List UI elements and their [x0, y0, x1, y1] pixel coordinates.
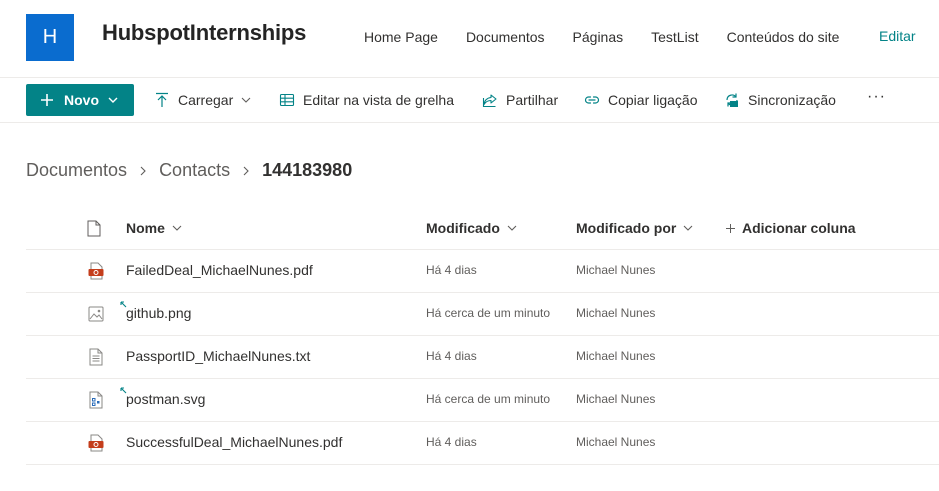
chevron-right-icon — [243, 166, 249, 175]
pdf-icon — [88, 262, 104, 280]
column-modified-label: Modificado — [426, 220, 500, 236]
more-options-icon: ··· — [867, 88, 886, 105]
chevron-down-icon — [507, 225, 517, 231]
command-bar-divider — [0, 122, 939, 123]
chevron-right-icon — [140, 166, 146, 175]
image-icon — [88, 306, 104, 322]
chevron-down-icon — [683, 225, 693, 231]
site-logo-letter: H — [42, 26, 58, 48]
share-icon — [482, 94, 497, 108]
nav-item-documentos[interactable]: Documentos — [466, 29, 545, 45]
plus-icon — [726, 223, 735, 233]
more-options-button[interactable]: ··· — [867, 88, 886, 106]
command-bar: Novo Carregar Editar na vista de grelha … — [0, 78, 939, 122]
sync-label: Sincronização — [748, 92, 836, 108]
edit-nav-link[interactable]: Editar — [879, 28, 916, 44]
list-row[interactable]: SuccessfulDeal_MichaelNunes.pdf Há 4 dia… — [26, 422, 939, 465]
upload-icon — [156, 92, 168, 107]
nav-item-site-contents[interactable]: Conteúdos do site — [727, 29, 840, 45]
list-header: Nome Modificado Modificado por Adicionar… — [26, 208, 939, 250]
add-column-button[interactable]: Adicionar coluna — [726, 220, 856, 236]
nav-item-home-page[interactable]: Home Page — [364, 29, 438, 45]
grid-icon — [279, 93, 295, 107]
modified-by[interactable]: Michael Nunes — [576, 435, 655, 449]
text-file-icon — [89, 348, 103, 366]
new-button[interactable]: Novo — [26, 84, 134, 116]
sync-icon — [726, 93, 738, 107]
site-nav: Home Page Documentos Páginas TestList Co… — [364, 29, 867, 45]
grid-view-edit-label: Editar na vista de grelha — [303, 92, 454, 108]
file-name-link[interactable]: PassportID_MichaelNunes.txt — [126, 348, 310, 364]
list-row[interactable]: github.png Há cerca de um minuto Michael… — [26, 293, 939, 336]
copy-link-label: Copiar ligação — [608, 92, 698, 108]
share-button[interactable]: Partilhar — [482, 92, 558, 108]
column-header-modified-by[interactable]: Modificado por — [576, 220, 693, 236]
grid-view-edit-button[interactable]: Editar na vista de grelha — [279, 92, 454, 108]
chevron-down-icon — [172, 225, 182, 231]
modified-by[interactable]: Michael Nunes — [576, 306, 655, 320]
modified-date: Há 4 dias — [426, 349, 477, 363]
breadcrumb-current-folder: 144183980 — [262, 160, 353, 180]
sync-button[interactable]: Sincronização — [724, 92, 836, 108]
file-name-link[interactable]: SuccessfulDeal_MichaelNunes.pdf — [126, 434, 342, 450]
chevron-down-icon — [108, 97, 118, 103]
pdf-icon — [88, 434, 104, 452]
upload-button[interactable]: Carregar — [154, 92, 251, 108]
share-label: Partilhar — [506, 92, 559, 108]
modified-date: Há cerca de um minuto — [426, 306, 551, 320]
file-type-icon[interactable] — [87, 220, 101, 237]
site-title[interactable]: HubspotInternships — [102, 20, 306, 46]
column-header-name[interactable]: Nome — [126, 220, 182, 236]
link-icon — [584, 96, 600, 104]
modified-date: Há 4 dias — [426, 263, 477, 277]
modified-date: Há cerca de um minuto — [426, 392, 551, 406]
column-header-modified[interactable]: Modificado — [426, 220, 517, 236]
plus-icon — [41, 94, 53, 106]
list-row[interactable]: FailedDeal_MichaelNunes.pdf Há 4 dias Mi… — [26, 250, 939, 293]
file-name-link[interactable]: github.png — [126, 305, 191, 321]
copy-link-button[interactable]: Copiar ligação — [584, 92, 698, 108]
column-name-label: Nome — [126, 220, 165, 236]
new-button-label: Novo — [64, 92, 99, 108]
modified-by[interactable]: Michael Nunes — [576, 392, 655, 406]
chevron-down-icon — [241, 97, 251, 103]
site-logo[interactable]: H — [26, 14, 74, 61]
vector-file-icon — [89, 391, 103, 409]
breadcrumb-item-documentos[interactable]: Documentos — [26, 160, 127, 181]
breadcrumb-item-contacts[interactable]: Contacts — [159, 160, 230, 181]
file-name-link[interactable]: postman.svg — [126, 391, 205, 407]
modified-date: Há 4 dias — [426, 435, 477, 449]
nav-item-testlist[interactable]: TestList — [651, 29, 698, 45]
breadcrumb: Documentos Contacts 144183980 — [26, 160, 352, 181]
list-row[interactable]: postman.svg Há cerca de um minuto Michae… — [26, 379, 939, 422]
modified-by[interactable]: Michael Nunes — [576, 263, 655, 277]
upload-label: Carregar — [178, 92, 234, 108]
site-header: H HubspotInternships Home Page Documento… — [0, 0, 939, 77]
add-column-label: Adicionar coluna — [742, 220, 856, 236]
nav-item-paginas[interactable]: Páginas — [573, 29, 624, 45]
list-row[interactable]: PassportID_MichaelNunes.txt Há 4 dias Mi… — [26, 336, 939, 379]
column-modified-by-label: Modificado por — [576, 220, 677, 236]
file-name-link[interactable]: FailedDeal_MichaelNunes.pdf — [126, 262, 313, 278]
modified-by[interactable]: Michael Nunes — [576, 349, 655, 363]
